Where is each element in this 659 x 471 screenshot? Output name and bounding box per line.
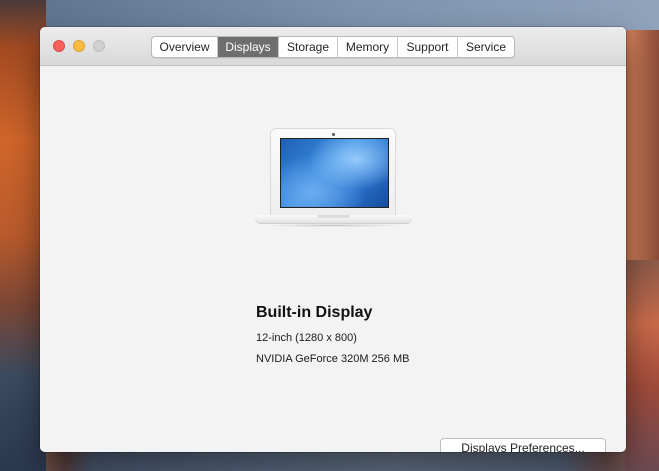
display-name: Built-in Display xyxy=(256,304,373,321)
wallpaper-mountain-right xyxy=(625,260,659,471)
window-titlebar: Overview Displays Storage Memory Support… xyxy=(40,27,626,66)
displays-panel: Built-in Display 12-inch (1280 x 800) NV… xyxy=(40,66,626,452)
zoom-button xyxy=(93,40,105,52)
minimize-button[interactable] xyxy=(73,40,85,52)
tab-memory[interactable]: Memory xyxy=(338,37,398,57)
wallpaper-sky xyxy=(46,0,659,30)
laptop-icon xyxy=(255,129,412,227)
camera-icon xyxy=(332,133,335,136)
tab-bar: Overview Displays Storage Memory Support… xyxy=(151,36,515,58)
about-this-mac-window: Overview Displays Storage Memory Support… xyxy=(40,27,626,452)
laptop-notch xyxy=(317,215,350,218)
tab-support[interactable]: Support xyxy=(398,37,458,57)
tab-overview[interactable]: Overview xyxy=(152,37,218,57)
laptop-screen xyxy=(280,138,389,208)
display-graphics: NVIDIA GeForce 320M 256 MB xyxy=(256,353,410,365)
tab-storage[interactable]: Storage xyxy=(279,37,338,57)
tab-service[interactable]: Service xyxy=(458,37,514,57)
close-button[interactable] xyxy=(53,40,65,52)
displays-preferences-button[interactable]: Displays Preferences... xyxy=(440,438,606,452)
display-size: 12-inch (1280 x 800) xyxy=(256,332,357,344)
laptop-shadow xyxy=(261,224,406,227)
tab-displays[interactable]: Displays xyxy=(218,37,279,57)
